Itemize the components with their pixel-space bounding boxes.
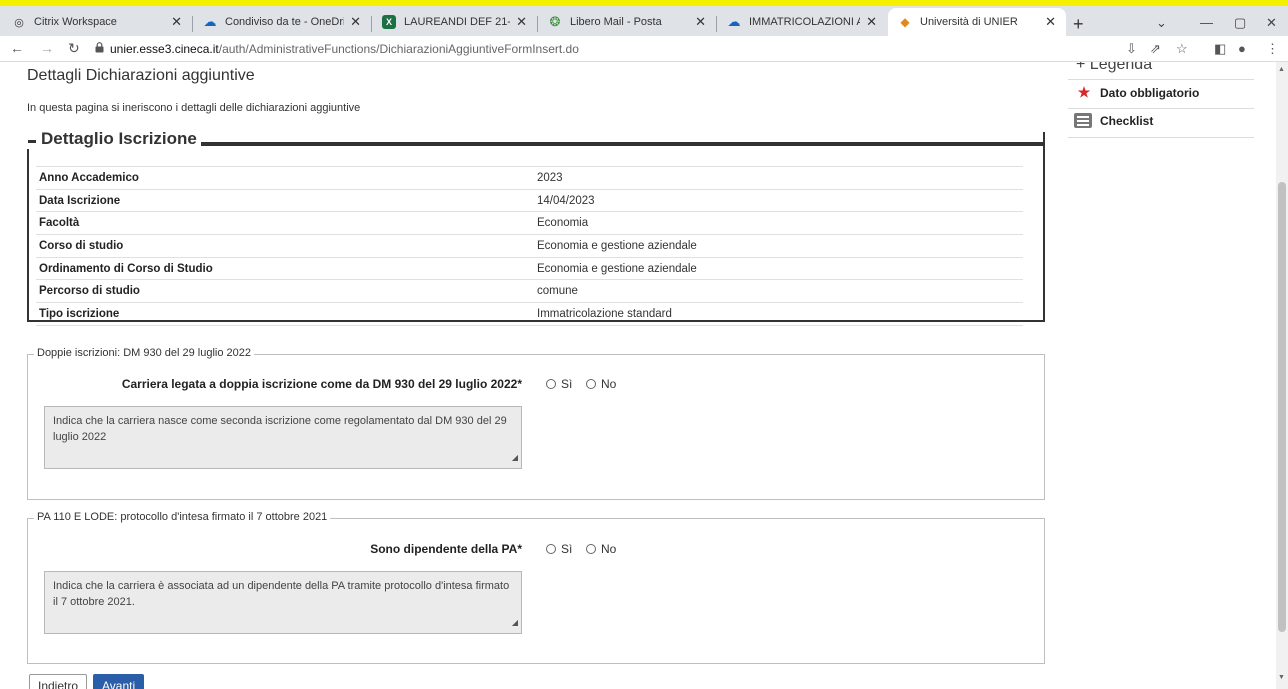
onedrive-icon: ☁	[727, 14, 741, 29]
profile-icon[interactable]: ●	[1238, 41, 1246, 56]
tab-onedrive[interactable]: ☁ Condiviso da te - OneDrive ✕	[193, 8, 371, 36]
radio-circle[interactable]	[586, 379, 596, 389]
table-row: Data Iscrizione 14/04/2023	[36, 188, 1023, 212]
unier-icon: ◆	[900, 15, 910, 29]
table-row: Anno Accademico 2023	[36, 166, 1023, 190]
share-icon[interactable]: ⇗	[1150, 41, 1161, 57]
plus-icon: +	[1076, 62, 1090, 73]
bookmark-star-icon[interactable]: ☆	[1176, 41, 1188, 57]
close-icon[interactable]: ✕	[350, 14, 361, 30]
scroll-up-icon[interactable]: ▲	[1278, 66, 1285, 73]
onedrive-icon: ☁	[203, 14, 217, 29]
back-icon[interactable]: ←	[10, 40, 24, 56]
close-icon[interactable]: ✕	[171, 14, 182, 30]
pa-legend: PA 110 E LODE: protocollo d'intesa firma…	[34, 511, 331, 523]
resize-grip-icon[interactable]: ◢	[512, 450, 518, 466]
radio-circle[interactable]	[546, 379, 556, 389]
url-path: /auth/AdministrativeFunctions/Dichiarazi…	[218, 42, 579, 56]
tab-search-icon[interactable]: ⌄	[1156, 15, 1167, 31]
lock-icon[interactable]	[95, 42, 104, 53]
dettaglio-legend: Dettaglio Iscrizione	[27, 129, 201, 149]
page-title: Dettagli Dichiarazioni aggiuntive	[27, 67, 255, 84]
legenda-required: ★ Dato obbligatorio	[1074, 84, 1200, 101]
reload-icon[interactable]: ↻	[68, 40, 80, 57]
new-tab-icon[interactable]: +	[1073, 14, 1084, 35]
pa-note-textarea[interactable]: Indica che la carriera è associata ad un…	[44, 571, 522, 634]
install-icon[interactable]: ⇩	[1126, 41, 1137, 57]
table-row: Facoltà Economia	[36, 211, 1023, 235]
doppie-radio-yes[interactable]: Sì	[546, 377, 572, 391]
table-row: Percorso di studio comune	[36, 279, 1023, 303]
resize-grip-icon[interactable]: ◢	[512, 615, 518, 631]
excel-icon: X	[382, 15, 396, 29]
table-row: Ordinamento di Corso di Studio Economia e…	[36, 256, 1023, 280]
dettaglio-table: Anno Accademico 2023 Data Iscrizione 14/04…	[36, 166, 1023, 326]
pa-radio-no[interactable]: No	[586, 542, 616, 556]
close-icon[interactable]: ✕	[695, 14, 706, 30]
page-scrollbar[interactable]: ▲ ▼	[1276, 62, 1288, 689]
citrix-icon: ◎	[14, 16, 24, 29]
forward-icon[interactable]: →	[40, 40, 54, 56]
close-icon[interactable]: ✕	[866, 14, 877, 30]
radio-circle[interactable]	[546, 544, 556, 554]
table-row: Tipo iscrizione Immatricolazione standard	[36, 302, 1023, 326]
back-button[interactable]: Indietro	[29, 674, 88, 689]
libero-icon: ❂	[549, 14, 561, 29]
scrollbar-thumb[interactable]	[1278, 182, 1286, 632]
dettaglio-legend-dash	[28, 140, 36, 143]
tab-unier[interactable]: ◆ Università di UNIER ✕	[888, 8, 1066, 36]
menu-icon[interactable]: ⋮	[1266, 41, 1279, 57]
address-bar: ← → ↻ unier.esse3.cineca.it/auth/Adminis…	[0, 36, 1288, 62]
radio-circle[interactable]	[586, 544, 596, 554]
tab-libero[interactable]: ❂ Libero Mail - Posta ✕	[538, 8, 716, 36]
minimize-icon[interactable]: —	[1200, 15, 1213, 30]
next-button[interactable]: Avanti	[93, 674, 145, 689]
doppie-note-textarea[interactable]: Indica che la carriera nasce come second…	[44, 406, 522, 469]
doppie-question-label: Carriera legata a doppia iscrizione come…	[121, 377, 522, 391]
pa-radio-yes[interactable]: Sì	[546, 542, 572, 556]
close-icon[interactable]: ✕	[1045, 14, 1056, 30]
legenda-checklist[interactable]: Checklist	[1074, 113, 1153, 128]
side-panel-icon[interactable]: ◧	[1214, 41, 1226, 57]
url-field[interactable]: unier.esse3.cineca.it/auth/Administrativ…	[110, 42, 579, 56]
legenda-title: + Legenda	[1076, 62, 1152, 74]
tab-immatricolazioni[interactable]: ☁ IMMATRICOLAZIONI A.A. 2 ✕	[717, 8, 887, 36]
browser-tab-bar: ◎ Citrix Workspace ✕ ☁ Condiviso da te -…	[0, 6, 1288, 36]
required-star-icon: ★	[1077, 84, 1091, 100]
pa-question-label: Sono dipendente della PA*	[370, 542, 522, 556]
checklist-icon	[1074, 113, 1092, 128]
divider	[1068, 137, 1254, 138]
url-host: unier.esse3.cineca.it	[110, 42, 219, 56]
page-subtitle: In questa pagina si ineriscono i dettagl…	[27, 102, 361, 114]
maximize-icon[interactable]: ▢	[1234, 15, 1246, 31]
doppie-radio-no[interactable]: No	[586, 377, 616, 391]
divider	[1068, 79, 1254, 80]
tab-laureandi[interactable]: X LAUREANDI DEF 21-22 INV ✕	[372, 8, 537, 36]
close-window-icon[interactable]: ✕	[1266, 15, 1277, 31]
table-row: Corso di studio Economia e gestione azien…	[36, 234, 1023, 258]
scroll-down-icon[interactable]: ▼	[1278, 674, 1285, 681]
page-content: Dettagli Dichiarazioni aggiuntive In que…	[0, 62, 1276, 689]
divider	[1068, 108, 1254, 109]
tab-citrix[interactable]: ◎ Citrix Workspace ✕	[2, 8, 192, 36]
doppie-iscrizioni-legend: Doppie iscrizioni: DM 930 del 29 luglio …	[34, 347, 255, 359]
close-icon[interactable]: ✕	[516, 14, 527, 30]
